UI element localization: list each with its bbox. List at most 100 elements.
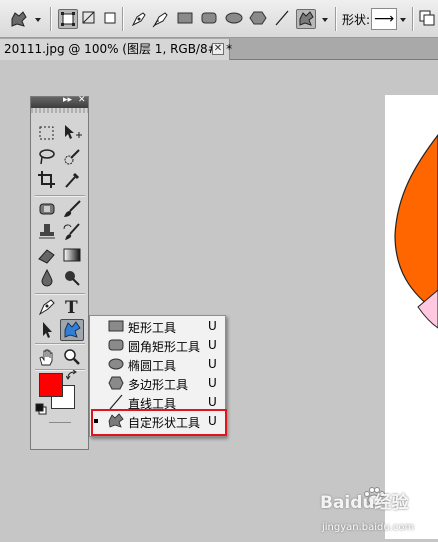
rounded-rectangle-icon — [201, 12, 217, 24]
quick-mask-divider — [49, 422, 71, 423]
eyedropper-tool[interactable] — [60, 169, 84, 191]
swap-colors-icon[interactable] — [66, 370, 78, 382]
rectangle-tool-button[interactable] — [176, 9, 196, 29]
bandage-icon — [39, 203, 55, 215]
path-selection-tool[interactable] — [35, 319, 59, 341]
separator — [122, 7, 124, 31]
line-icon — [109, 394, 123, 410]
red-highlight-box — [91, 409, 227, 436]
shortcut-key: U — [208, 395, 217, 409]
svg-text:T: T — [65, 298, 78, 318]
freeform-pen-icon — [152, 12, 168, 28]
move-icon — [65, 125, 82, 139]
marquee-tool[interactable] — [35, 122, 59, 144]
shortcut-key: U — [208, 319, 217, 333]
canvas[interactable] — [385, 95, 438, 539]
polygon-icon — [249, 11, 267, 25]
crop-tool[interactable] — [35, 169, 59, 191]
custom-shape-tool-icon — [11, 11, 27, 27]
shortcut-key: U — [208, 338, 217, 352]
close-icon[interactable]: ✕ — [212, 43, 224, 55]
flyout-item-label: 椭圆工具 — [128, 359, 177, 373]
orange-shape — [394, 134, 438, 314]
quick-selection-tool[interactable] — [60, 146, 84, 168]
chevron-down-icon[interactable] — [322, 18, 328, 22]
lasso-tool[interactable] — [35, 146, 59, 168]
rectangle-icon — [177, 12, 193, 24]
watermark-url: jingyan.baidu.com — [322, 522, 415, 533]
combine-shapes-icon — [419, 10, 435, 26]
chevron-down-icon[interactable] — [35, 18, 41, 22]
flyout-item-ellipse[interactable]: 椭圆工具 U — [90, 355, 225, 374]
flyout-item-rounded-rectangle[interactable]: 圆角矩形工具 U — [90, 336, 225, 355]
marquee-icon — [39, 126, 54, 140]
polygon-tool-button[interactable] — [249, 9, 269, 29]
close-icon[interactable]: ✕ — [78, 95, 86, 105]
separator — [50, 7, 52, 31]
shortcut-key: U — [208, 357, 217, 371]
clone-stamp-tool[interactable] — [35, 221, 59, 243]
shape-mode-button[interactable] — [418, 9, 438, 29]
shortcut-key: U — [208, 376, 217, 390]
collapse-icon[interactable]: ▸▸ — [63, 95, 72, 105]
document-tab[interactable]: 20111.jpg @ 100% (图层 1, RGB/8#) * ✕ — [0, 39, 233, 60]
hand-tool[interactable] — [35, 346, 59, 368]
lasso-icon — [39, 149, 55, 165]
healing-brush-tool[interactable] — [35, 198, 59, 220]
fill-pixels-button[interactable] — [101, 9, 121, 29]
eraser-icon — [38, 249, 55, 264]
type-tool[interactable]: T — [60, 296, 84, 318]
canvas-artwork — [394, 134, 438, 329]
tool-preset-picker[interactable] — [8, 9, 28, 29]
custom-shape-tool-button[interactable] — [296, 9, 316, 29]
chevron-down-icon[interactable] — [400, 18, 406, 22]
flyout-item-polygon[interactable]: 多边形工具 U — [90, 374, 225, 393]
fill-pixels-icon — [104, 12, 116, 24]
eyedropper-icon — [65, 172, 80, 188]
custom-shape-tool[interactable] — [60, 319, 84, 341]
brush-tool[interactable] — [60, 198, 84, 220]
history-brush-icon — [63, 223, 80, 240]
pen-tool[interactable] — [35, 296, 59, 318]
flyout-item-rectangle[interactable]: 矩形工具 U — [90, 317, 225, 336]
zoom-tool[interactable] — [60, 346, 84, 368]
dodge-tool[interactable] — [60, 267, 84, 289]
custom-shape-icon — [64, 321, 81, 338]
rectangle-icon — [108, 320, 124, 332]
dodge-icon — [65, 271, 80, 286]
paths-icon — [82, 11, 95, 24]
panel-grip[interactable] — [31, 108, 88, 113]
brush-icon — [64, 200, 81, 217]
gradient-tool[interactable] — [60, 244, 84, 266]
move-tool[interactable] — [60, 122, 84, 144]
paths-button[interactable] — [80, 9, 100, 29]
default-colors-icon[interactable] — [35, 403, 47, 415]
shape-layers-icon — [61, 12, 75, 26]
arrow-cursor-icon — [43, 322, 52, 338]
rounded-rectangle-tool-button[interactable] — [200, 9, 220, 29]
blur-tool[interactable] — [35, 267, 59, 289]
ellipse-tool-button[interactable] — [224, 9, 244, 29]
pen-tool-button[interactable] — [129, 9, 149, 29]
eraser-tool[interactable] — [35, 244, 59, 266]
options-bar: 形状: ⟶ — [0, 0, 438, 38]
freeform-pen-button[interactable] — [151, 9, 171, 29]
divider — [35, 343, 85, 345]
shape-layers-button[interactable] — [58, 9, 78, 29]
divider — [35, 293, 85, 295]
separator — [335, 7, 337, 31]
flyout-item-label: 圆角矩形工具 — [128, 340, 201, 354]
zoom-icon — [64, 349, 80, 365]
watermark-brand: Baidu经验 — [320, 493, 409, 513]
hand-icon — [39, 349, 53, 366]
crop-icon — [38, 171, 55, 188]
foreground-color-swatch[interactable] — [39, 373, 63, 397]
rounded-rectangle-icon — [108, 339, 124, 351]
history-brush-tool[interactable] — [60, 221, 84, 243]
separator — [412, 7, 414, 31]
document-tab-title: 20111.jpg @ 100% (图层 1, RGB/8#) * — [4, 42, 233, 56]
tools-panel-header[interactable]: ▸▸ ✕ — [31, 95, 88, 108]
polygon-icon — [108, 376, 124, 390]
line-tool-button[interactable] — [273, 9, 293, 29]
shape-picker[interactable]: ⟶ — [371, 8, 397, 30]
